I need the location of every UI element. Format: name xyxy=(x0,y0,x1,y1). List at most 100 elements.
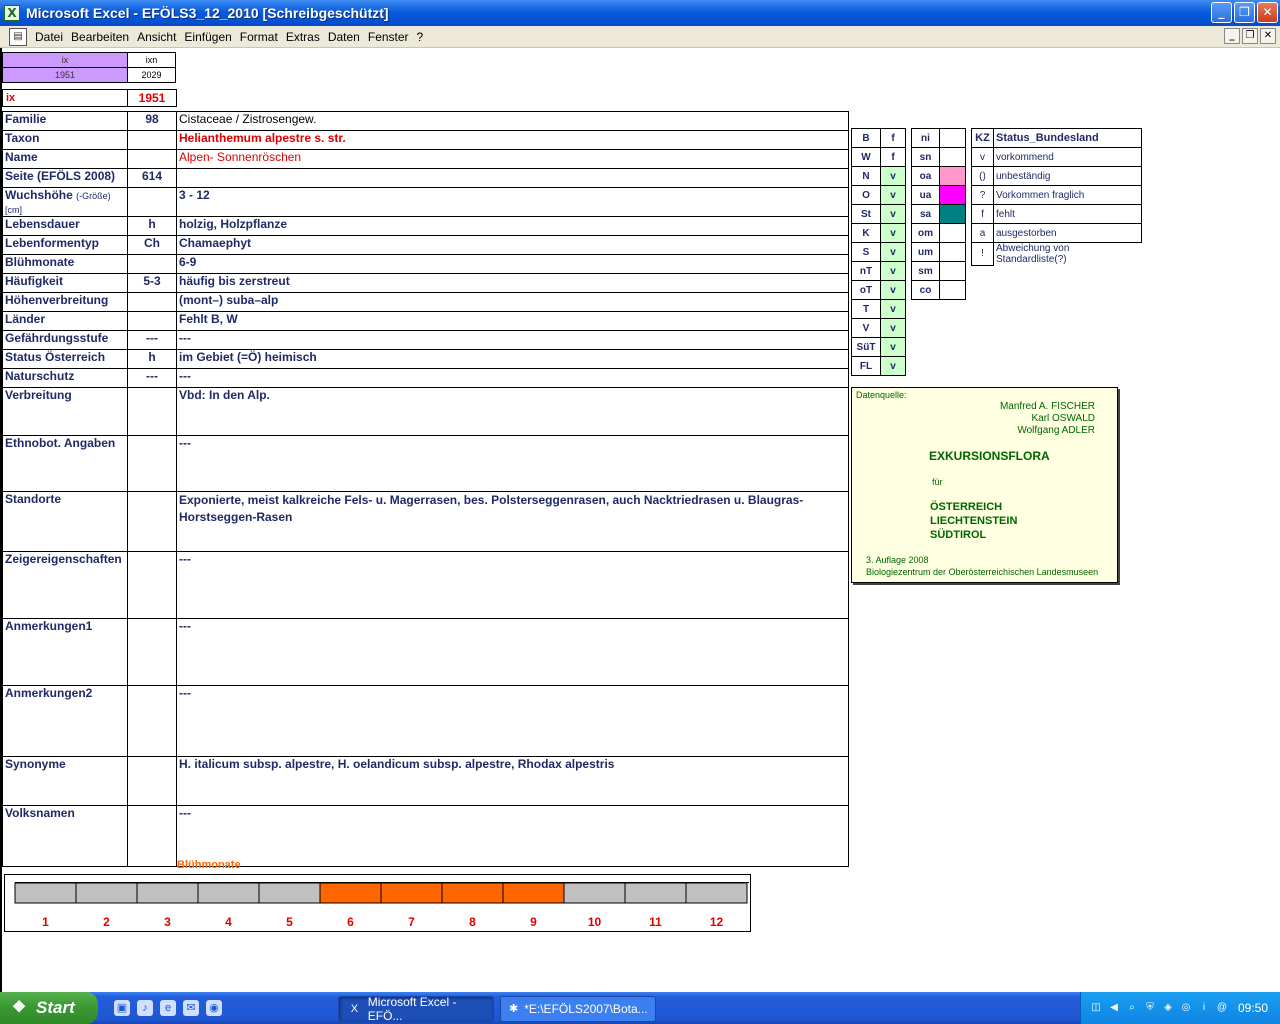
close-button[interactable]: ✕ xyxy=(1257,2,1278,23)
bundesland-kz[interactable]: S xyxy=(851,242,881,262)
row-label[interactable]: Häufigkeit xyxy=(2,273,128,293)
indigen-swatch[interactable] xyxy=(939,204,966,224)
row-code[interactable] xyxy=(127,311,177,331)
row-value[interactable]: --- xyxy=(176,685,849,757)
show-desktop-icon[interactable]: ▣ xyxy=(114,1000,130,1016)
menu-extras[interactable]: Extras xyxy=(282,30,324,44)
row-code[interactable]: h xyxy=(127,216,177,236)
id-header-ix[interactable]: ix xyxy=(2,52,128,68)
row-label[interactable]: Verbreitung xyxy=(2,387,128,436)
bundesland-status[interactable]: v xyxy=(880,242,906,262)
id-header-ixn[interactable]: ixn xyxy=(127,52,176,68)
menu-ansicht[interactable]: Ansicht xyxy=(133,30,180,44)
bundesland-kz[interactable]: B xyxy=(851,128,881,148)
row-code[interactable] xyxy=(127,805,177,867)
row-code[interactable]: Ch xyxy=(127,235,177,255)
bundesland-status[interactable]: v xyxy=(880,261,906,281)
row-label[interactable]: Anmerkungen2 xyxy=(2,685,128,757)
legend-desc[interactable]: Abweichung von Standardliste(?) xyxy=(994,243,1142,265)
bundesland-status[interactable]: f xyxy=(880,147,906,167)
row-value[interactable]: Chamaephyt xyxy=(176,235,849,255)
bundesland-kz[interactable]: N xyxy=(851,166,881,186)
row-label[interactable]: Standorte xyxy=(2,491,128,552)
row-label[interactable]: Naturschutz xyxy=(2,368,128,388)
browser-icon[interactable]: e xyxy=(160,1000,176,1016)
workbook-restore-button[interactable]: ❐ xyxy=(1242,28,1258,44)
indigen-swatch[interactable] xyxy=(939,128,966,148)
bundesland-status[interactable]: v xyxy=(880,280,906,300)
menu-help[interactable]: ? xyxy=(413,30,428,44)
row-code[interactable]: 614 xyxy=(127,168,177,188)
row-value[interactable]: im Gebiet (=Ö) heimisch xyxy=(176,349,849,369)
row-label[interactable]: Anmerkungen1 xyxy=(2,618,128,686)
row-code[interactable] xyxy=(127,387,177,436)
indigen-code[interactable]: um xyxy=(911,242,940,262)
security-icon[interactable]: ⛨ xyxy=(1143,1001,1157,1015)
menu-bearbeiten[interactable]: Bearbeiten xyxy=(67,30,133,44)
menu-fenster[interactable]: Fenster xyxy=(364,30,413,44)
bundesland-kz[interactable]: K xyxy=(851,223,881,243)
legend-desc[interactable]: ausgestorben xyxy=(993,223,1142,243)
minimize-button[interactable]: _ xyxy=(1211,2,1232,23)
row-value[interactable]: H. italicum subsp. alpestre, H. oelandic… xyxy=(176,756,849,806)
indigen-code[interactable]: oa xyxy=(911,166,940,186)
row-value[interactable]: holzig, Holzpflanze xyxy=(176,216,849,236)
legend-kz[interactable]: () xyxy=(971,166,994,186)
row-label[interactable]: Wuchshöhe (-Größe) [cm] xyxy=(2,187,128,217)
network-icon[interactable]: ◫ xyxy=(1089,1001,1103,1015)
bundesland-kz[interactable]: W xyxy=(851,147,881,167)
row-label[interactable]: Gefährdungsstufe xyxy=(2,330,128,350)
bundesland-kz[interactable]: nT xyxy=(851,261,881,281)
media-icon[interactable]: ♪ xyxy=(137,1000,153,1016)
mail-icon[interactable]: ✉ xyxy=(183,1000,199,1016)
row-code[interactable] xyxy=(127,292,177,312)
indigen-swatch[interactable] xyxy=(939,185,966,205)
bundesland-status[interactable]: v xyxy=(880,185,906,205)
row-label[interactable]: Synonyme xyxy=(2,756,128,806)
row-value[interactable]: Fehlt B, W xyxy=(176,311,849,331)
row-value[interactable]: --- xyxy=(176,618,849,686)
row-label[interactable]: Name xyxy=(2,149,128,169)
row-value[interactable]: Vbd: In den Alp. xyxy=(176,387,849,436)
bundesland-status[interactable]: f xyxy=(880,128,906,148)
row-value[interactable]: Alpen- Sonnenröschen xyxy=(176,149,849,169)
row-code[interactable]: --- xyxy=(127,330,177,350)
indigen-code[interactable]: sn xyxy=(911,147,940,167)
row-value[interactable]: --- xyxy=(176,805,849,867)
search-icon[interactable]: ⌕ xyxy=(1125,1001,1139,1015)
id-value-ixn[interactable]: 2029 xyxy=(127,67,176,83)
workbook-close-button[interactable]: ✕ xyxy=(1260,28,1276,44)
indigen-code[interactable]: sm xyxy=(911,261,940,281)
menu-format[interactable]: Format xyxy=(236,30,282,44)
user-icon[interactable]: @ xyxy=(1215,1001,1229,1015)
legend-kz[interactable]: ? xyxy=(971,185,994,205)
menu-einfuegen[interactable]: Einfügen xyxy=(180,30,235,44)
bundesland-status[interactable]: v xyxy=(880,223,906,243)
row-value[interactable]: (mont–) suba–alp xyxy=(176,292,849,312)
task-excel[interactable]: X Microsoft Excel - EFÖ... xyxy=(338,995,494,1023)
row-label[interactable]: Höhenverbreitung xyxy=(2,292,128,312)
row-code[interactable]: h xyxy=(127,349,177,369)
row-value[interactable]: häufig bis zerstreut xyxy=(176,273,849,293)
legend-header-kz[interactable]: KZ xyxy=(971,128,994,148)
bundesland-status[interactable]: v xyxy=(880,204,906,224)
row-label[interactable]: Volksnamen xyxy=(2,805,128,867)
id-value-ix[interactable]: 1951 xyxy=(2,67,128,83)
row-code[interactable] xyxy=(127,756,177,806)
row-code[interactable] xyxy=(127,551,177,619)
row-code[interactable] xyxy=(127,187,177,217)
row-value[interactable]: 6-9 xyxy=(176,254,849,274)
row-value[interactable]: Exponierte, meist kalkreiche Fels- u. Ma… xyxy=(176,491,849,552)
indigen-swatch[interactable] xyxy=(939,147,966,167)
row-code[interactable] xyxy=(127,130,177,150)
update-icon[interactable]: ◎ xyxy=(1179,1001,1193,1015)
indigen-swatch[interactable] xyxy=(939,166,966,186)
menu-datei[interactable]: Datei xyxy=(31,30,67,44)
row-code[interactable]: 98 xyxy=(127,111,177,131)
row-code[interactable]: --- xyxy=(127,368,177,388)
task-document[interactable]: ✱ *E:\EFÖLS2007\Bota... xyxy=(500,996,656,1022)
firefox-icon[interactable]: ◉ xyxy=(206,1000,222,1016)
row-code[interactable] xyxy=(127,149,177,169)
ix-value[interactable]: 1951 xyxy=(127,89,177,107)
indigen-code[interactable]: ni xyxy=(911,128,940,148)
